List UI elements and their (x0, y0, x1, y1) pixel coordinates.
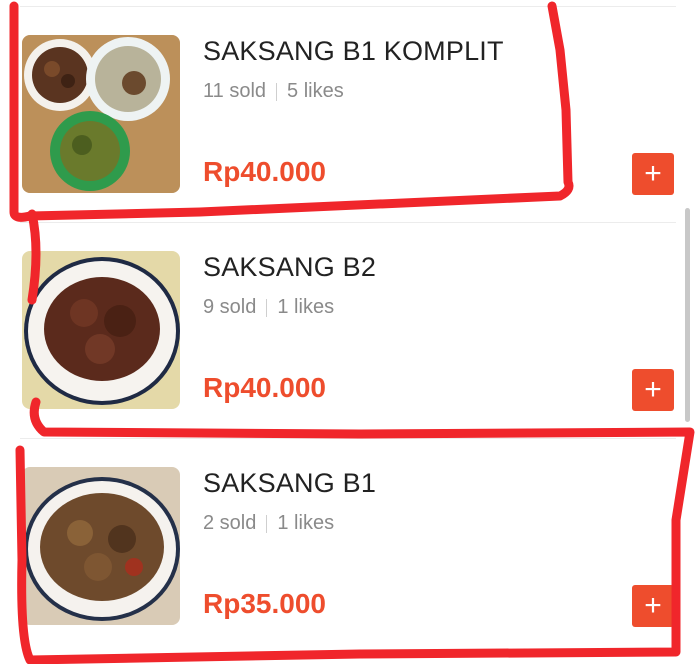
product-item-saksang-b1-komplit[interactable]: SAKSANG B1 KOMPLIT 11 sold 5 likes Rp40.… (0, 0, 696, 216)
add-to-cart-button[interactable]: + (632, 153, 674, 195)
product-price: Rp40.000 (203, 156, 326, 187)
product-image[interactable] (22, 251, 180, 409)
likes-count: 1 likes (277, 512, 335, 534)
product-image[interactable] (22, 467, 180, 625)
product-item-saksang-b2[interactable]: SAKSANG B2 9 sold 1 likes Rp40.000 + (0, 216, 696, 432)
scrollbar[interactable] (685, 208, 690, 422)
stats-separator (276, 82, 278, 101)
product-stats: 9 sold 1 likes (203, 296, 334, 319)
product-stats: 2 sold 1 likes (203, 512, 334, 535)
product-name[interactable]: SAKSANG B2 (203, 252, 376, 283)
sold-count: 9 sold (203, 296, 257, 318)
product-image[interactable] (22, 35, 180, 193)
product-item-saksang-b1[interactable]: SAKSANG B1 2 sold 1 likes Rp35.000 + (0, 432, 696, 648)
product-name[interactable]: SAKSANG B1 (203, 468, 376, 499)
product-stats: 11 sold 5 likes (203, 80, 344, 103)
add-to-cart-button[interactable]: + (632, 369, 674, 411)
sold-count: 11 sold (203, 80, 267, 102)
product-list: SAKSANG B1 KOMPLIT 11 sold 5 likes Rp40.… (0, 0, 696, 664)
sold-count: 2 sold (203, 512, 257, 534)
plus-icon: + (644, 373, 662, 406)
product-price: Rp35.000 (203, 588, 326, 619)
plus-icon: + (644, 157, 662, 190)
product-price: Rp40.000 (203, 372, 326, 403)
product-name[interactable]: SAKSANG B1 KOMPLIT (203, 36, 504, 67)
add-to-cart-button[interactable]: + (632, 585, 674, 627)
likes-count: 5 likes (287, 80, 344, 102)
stats-separator (266, 298, 268, 317)
stats-separator (266, 514, 268, 533)
plus-icon: + (644, 589, 662, 622)
likes-count: 1 likes (277, 296, 335, 318)
